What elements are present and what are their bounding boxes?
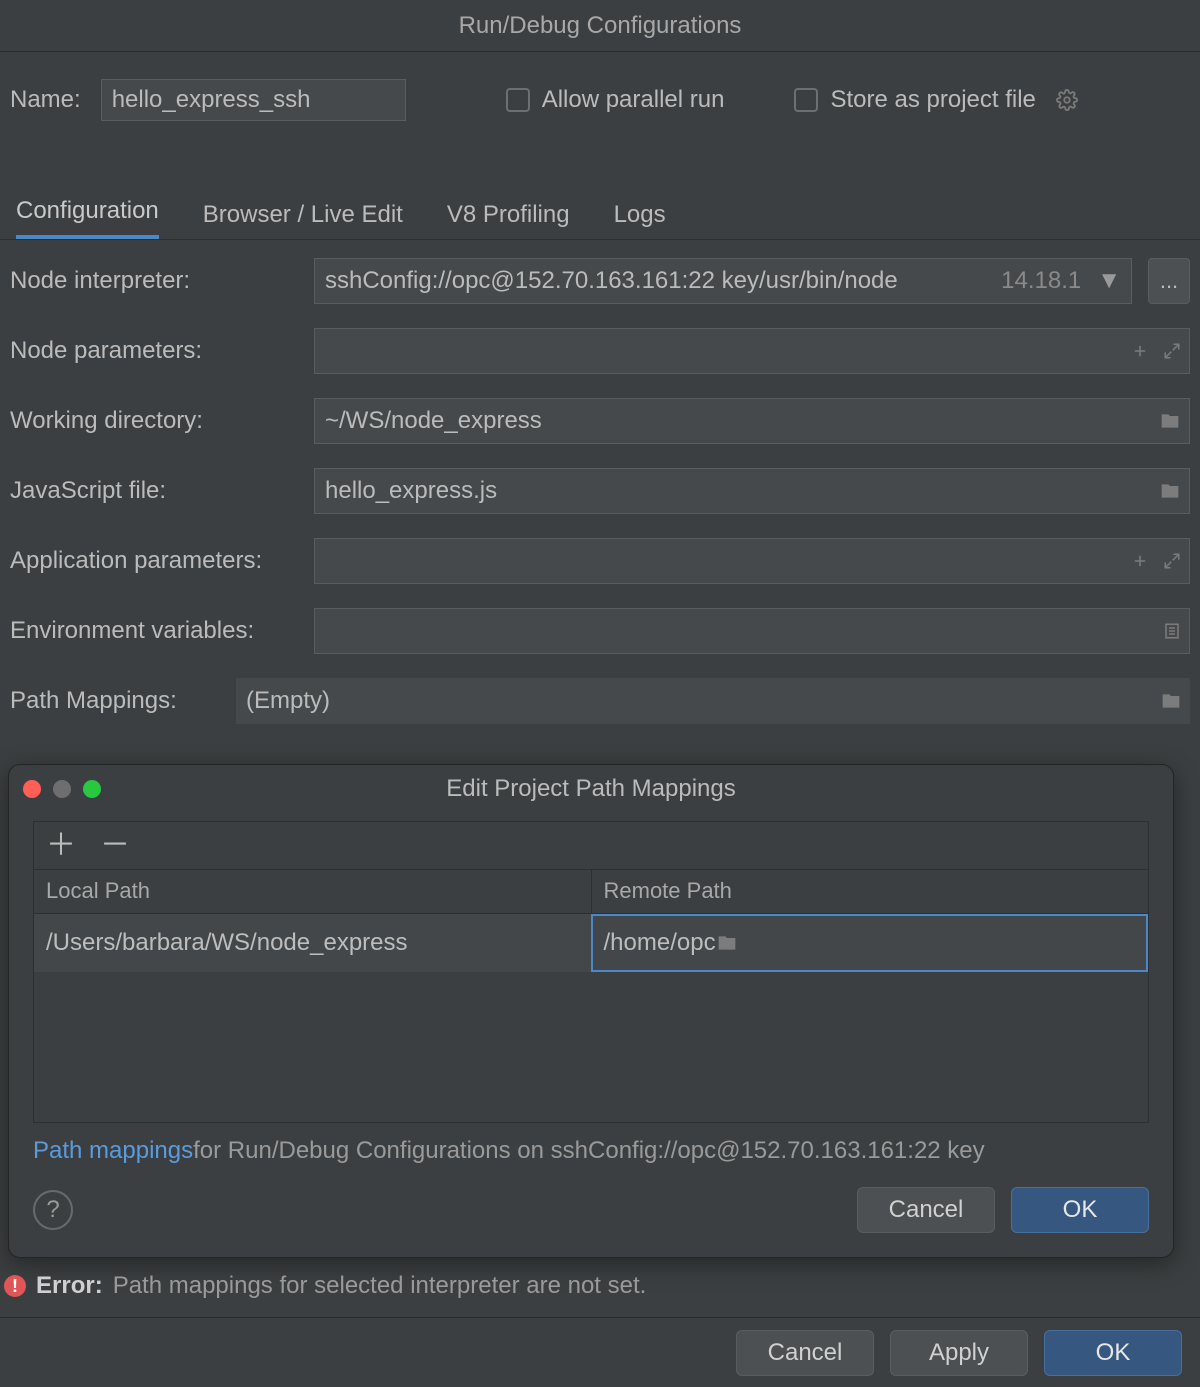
- working-directory-label: Working directory:: [10, 407, 306, 435]
- inner-ok-button[interactable]: OK: [1011, 1187, 1149, 1233]
- application-parameters-row: Application parameters:: [10, 538, 1190, 584]
- path-mappings-row: Path Mappings: (Empty): [10, 678, 1190, 724]
- name-row: Name: Allow parallel run Store as projec…: [0, 52, 1200, 148]
- tab-configuration[interactable]: Configuration: [16, 197, 159, 239]
- javascript-file-row: JavaScript file: hello_express.js: [10, 468, 1190, 514]
- error-text: Path mappings for selected interpreter a…: [113, 1272, 647, 1300]
- close-icon[interactable]: [23, 780, 41, 798]
- cell-remote-path-value: /home/opc: [604, 929, 716, 957]
- tab-v8-profiling[interactable]: V8 Profiling: [447, 201, 570, 239]
- col-local-path: Local Path: [34, 870, 591, 913]
- table-header: Local Path Remote Path: [34, 870, 1148, 914]
- mappings-table: Local Path Remote Path /Users/barbara/WS…: [33, 869, 1149, 1123]
- col-remote-path: Remote Path: [591, 870, 1149, 913]
- path-mappings-label: Path Mappings:: [10, 687, 228, 715]
- dialog-title: Run/Debug Configurations: [0, 0, 1200, 52]
- expand-icon[interactable]: [1163, 552, 1181, 570]
- environment-variables-label: Environment variables:: [10, 617, 306, 645]
- store-project-checkbox[interactable]: Store as project file: [794, 86, 1035, 114]
- minimize-icon: [53, 780, 71, 798]
- node-interpreter-value: sshConfig://opc@152.70.163.161:22 key/us…: [325, 267, 898, 295]
- working-directory-value: ~/WS/node_express: [325, 407, 542, 435]
- error-message: ! Error: Path mappings for selected inte…: [4, 1272, 646, 1300]
- allow-parallel-label: Allow parallel run: [542, 86, 725, 114]
- inner-cancel-button[interactable]: Cancel: [857, 1187, 995, 1233]
- javascript-file-value: hello_express.js: [325, 477, 497, 505]
- help-button[interactable]: ?: [33, 1190, 73, 1230]
- plus-icon[interactable]: [1131, 342, 1149, 360]
- working-directory-row: Working directory: ~/WS/node_express: [10, 398, 1190, 444]
- application-parameters-input[interactable]: [314, 538, 1190, 584]
- plus-icon[interactable]: [1131, 552, 1149, 570]
- config-form: Node interpreter: sshConfig://opc@152.70…: [0, 240, 1200, 724]
- tabs: Configuration Browser / Live Edit V8 Pro…: [0, 186, 1200, 240]
- maximize-icon[interactable]: [83, 780, 101, 798]
- mappings-note-text: for Run/Debug Configurations on sshConfi…: [193, 1137, 985, 1164]
- application-parameters-label: Application parameters:: [10, 547, 306, 575]
- tab-browser-live-edit[interactable]: Browser / Live Edit: [203, 201, 403, 239]
- ok-button[interactable]: OK: [1044, 1330, 1182, 1376]
- error-icon: !: [4, 1275, 26, 1297]
- cell-local-path-value: /Users/barbara/WS/node_express: [46, 929, 408, 957]
- expand-icon[interactable]: [1163, 342, 1181, 360]
- cancel-button[interactable]: Cancel: [736, 1330, 874, 1376]
- tab-logs[interactable]: Logs: [614, 201, 666, 239]
- store-project-label: Store as project file: [830, 86, 1035, 114]
- add-button[interactable]: ＋: [46, 831, 76, 861]
- working-directory-input[interactable]: ~/WS/node_express: [314, 398, 1190, 444]
- remove-button[interactable]: －: [100, 831, 130, 861]
- folder-icon[interactable]: [1159, 481, 1181, 501]
- cell-local-path[interactable]: /Users/barbara/WS/node_express: [34, 914, 591, 972]
- node-interpreter-dropdown[interactable]: sshConfig://opc@152.70.163.161:22 key/us…: [314, 258, 1132, 304]
- mappings-toolbar: ＋ －: [33, 821, 1149, 869]
- gear-icon[interactable]: [1056, 89, 1078, 111]
- node-parameters-label: Node parameters:: [10, 337, 306, 365]
- environment-variables-input[interactable]: [314, 608, 1190, 654]
- path-mappings-input[interactable]: (Empty): [236, 678, 1190, 724]
- cell-remote-path[interactable]: /home/opc: [591, 914, 1149, 972]
- javascript-file-label: JavaScript file:: [10, 477, 306, 505]
- checkbox-icon: [794, 88, 818, 112]
- chevron-down-icon: ▼: [1097, 267, 1121, 295]
- name-input[interactable]: [101, 79, 406, 121]
- folder-icon[interactable]: [716, 933, 738, 953]
- path-mappings-dialog: Edit Project Path Mappings ＋ － Local Pat…: [8, 764, 1174, 1258]
- path-mappings-link[interactable]: Path mappings: [33, 1137, 193, 1164]
- table-row[interactable]: /Users/barbara/WS/node_express /home/opc: [34, 914, 1148, 972]
- node-parameters-row: Node parameters:: [10, 328, 1190, 374]
- allow-parallel-checkbox[interactable]: Allow parallel run: [506, 86, 725, 114]
- inner-titlebar: Edit Project Path Mappings: [9, 765, 1173, 813]
- environment-variables-row: Environment variables:: [10, 608, 1190, 654]
- dialog-footer: Cancel Apply OK: [0, 1317, 1200, 1387]
- list-icon[interactable]: [1163, 621, 1181, 641]
- path-mappings-value: (Empty): [246, 687, 330, 715]
- inner-dialog-title: Edit Project Path Mappings: [9, 775, 1173, 803]
- error-label: Error:: [36, 1272, 103, 1300]
- checkbox-icon: [506, 88, 530, 112]
- node-interpreter-row: Node interpreter: sshConfig://opc@152.70…: [10, 258, 1190, 304]
- folder-icon[interactable]: [1159, 411, 1181, 431]
- inner-dialog-footer: ? Cancel OK: [9, 1187, 1173, 1233]
- node-parameters-input[interactable]: [314, 328, 1190, 374]
- window-controls: [23, 780, 101, 798]
- node-interpreter-label: Node interpreter:: [10, 267, 306, 295]
- folder-icon[interactable]: [1160, 691, 1182, 711]
- apply-button[interactable]: Apply: [890, 1330, 1028, 1376]
- node-interpreter-browse-button[interactable]: ...: [1148, 258, 1190, 304]
- mappings-note: Path mappingsfor Run/Debug Configuration…: [33, 1137, 1149, 1165]
- node-version-hint: 14.18.1: [1001, 267, 1081, 295]
- javascript-file-input[interactable]: hello_express.js: [314, 468, 1190, 514]
- name-label: Name:: [10, 86, 81, 114]
